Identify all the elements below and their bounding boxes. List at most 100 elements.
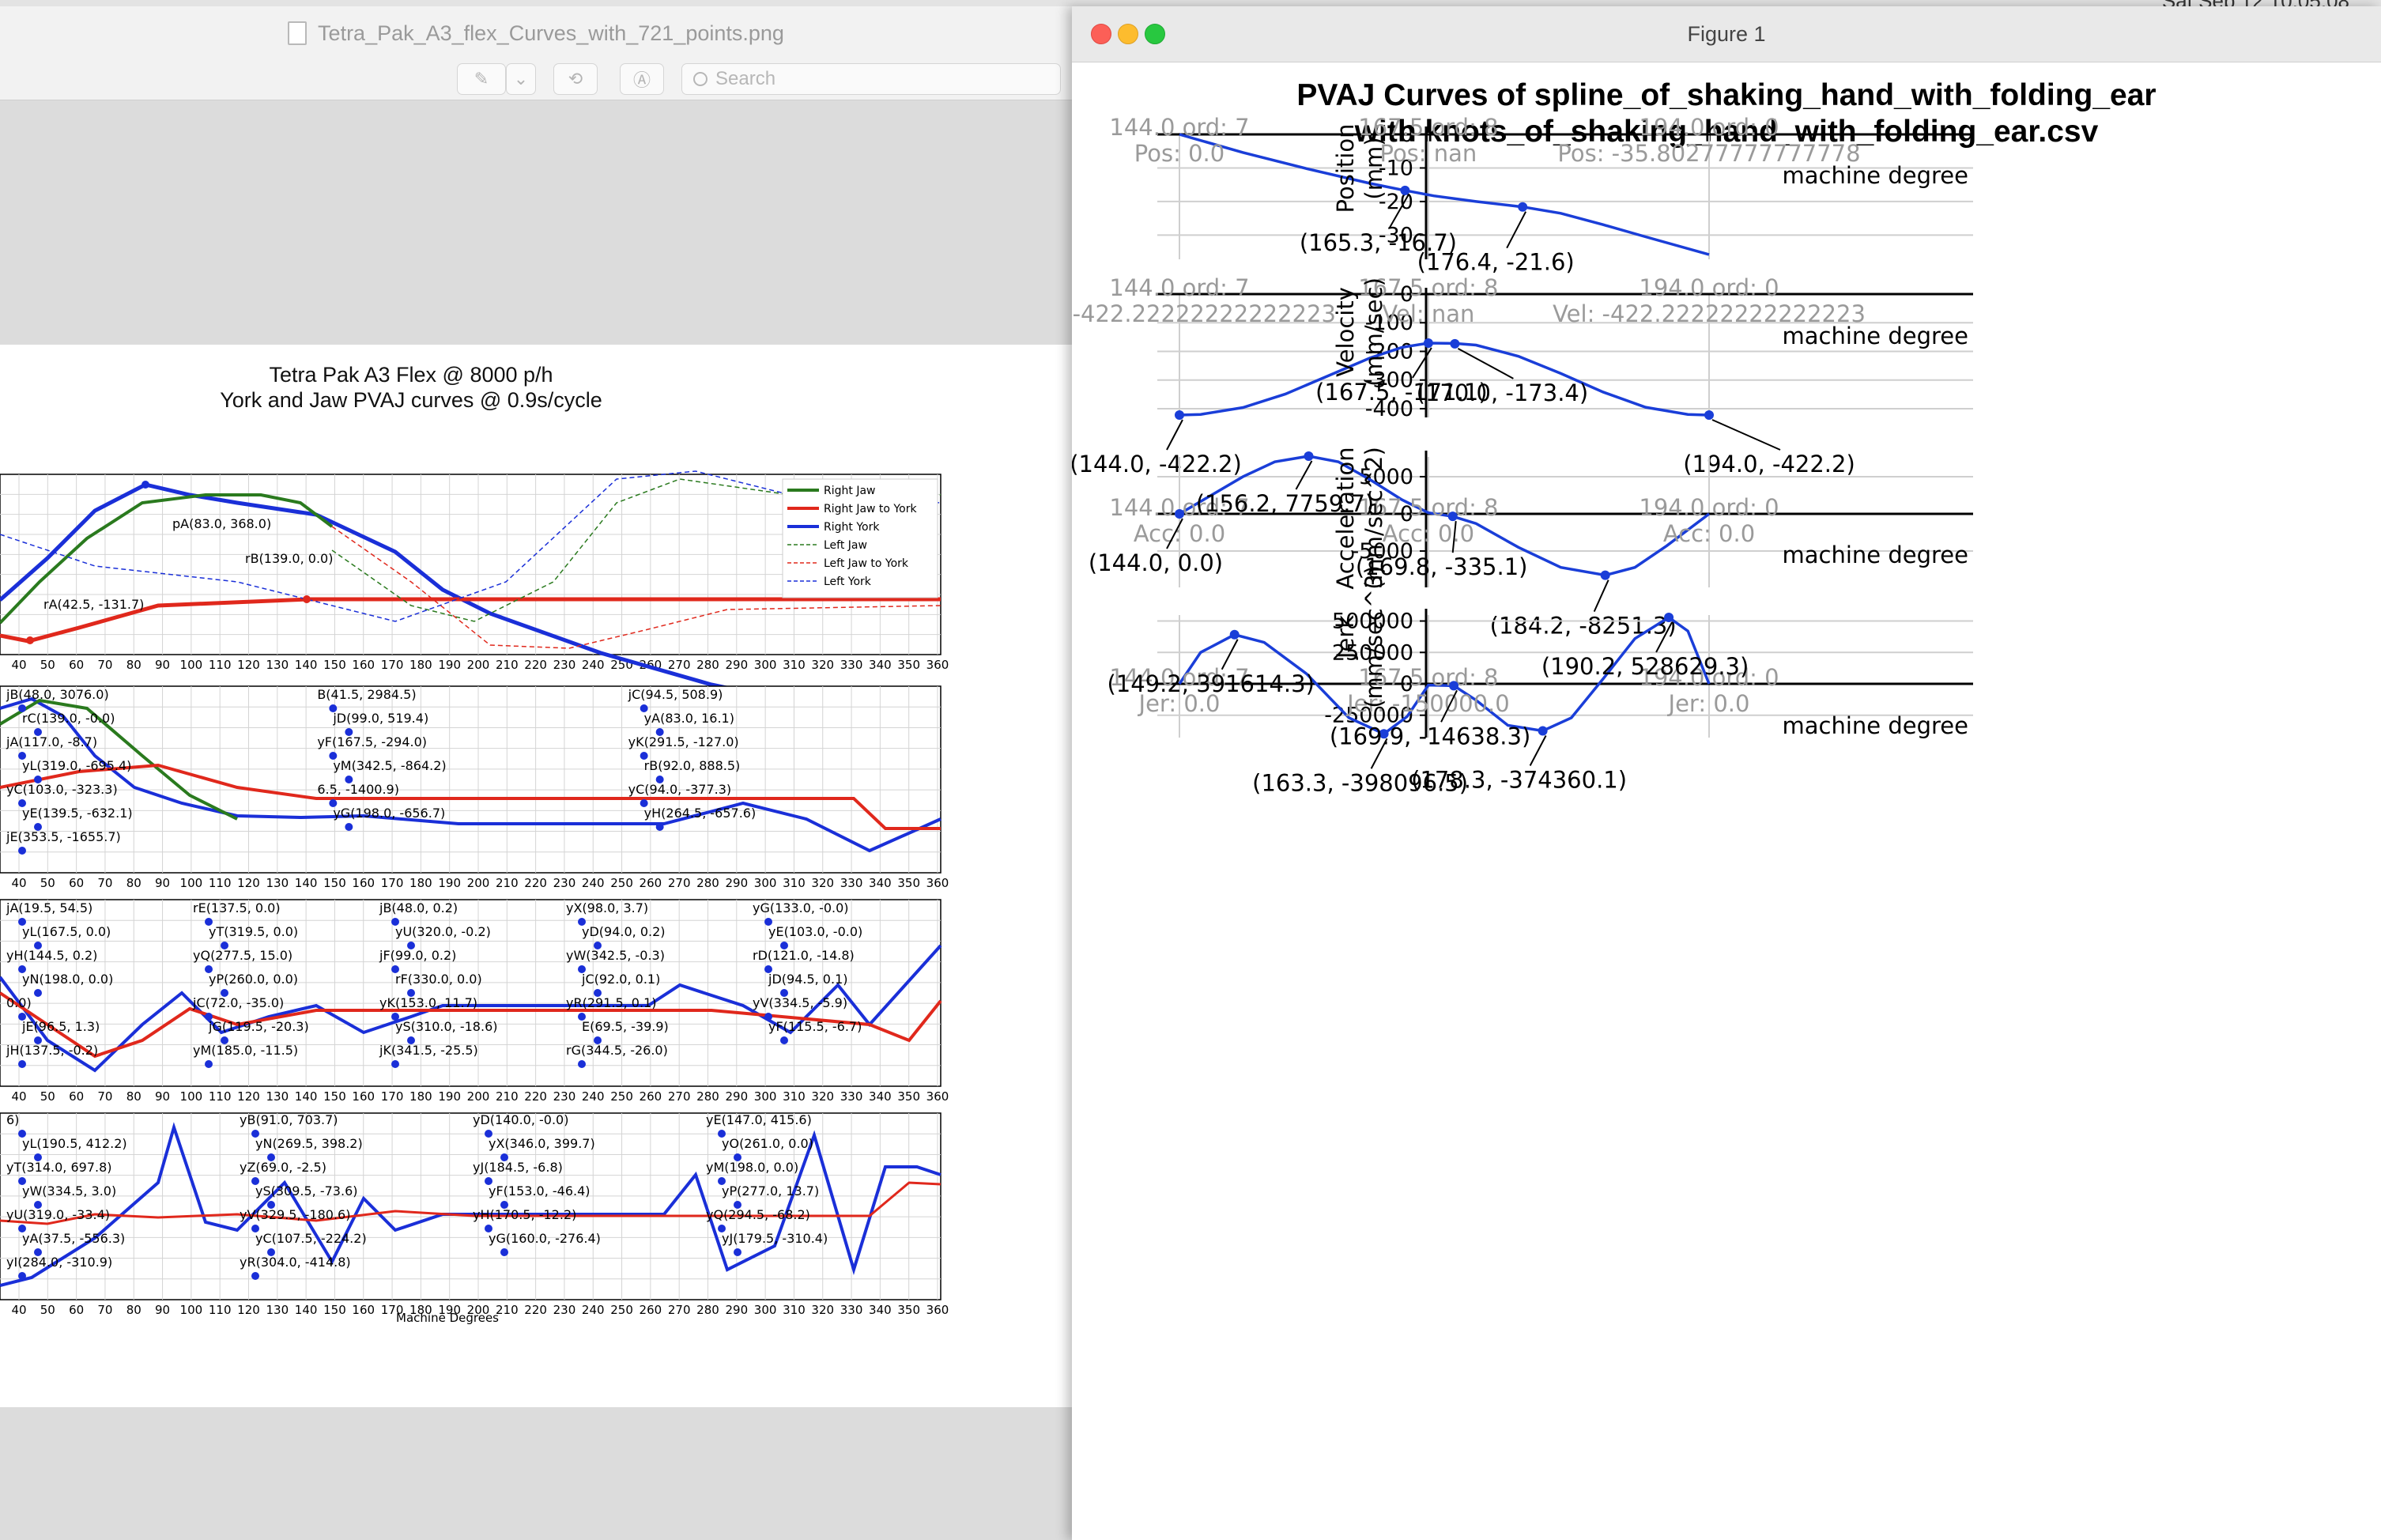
- image-panel-xtick: 330: [840, 1303, 863, 1317]
- image-point-label: yR(291.5, 0.1): [566, 995, 657, 1010]
- velocity-annotation-point: [1423, 338, 1433, 348]
- image-panel-xtick: 350: [897, 658, 920, 672]
- image-point-label: jD(94.5, 0.1): [768, 972, 848, 987]
- image-point-marker: [303, 595, 311, 603]
- position-knot-value-label: Pos: 0.0: [1134, 140, 1224, 167]
- search-field[interactable]: Search: [681, 63, 1061, 95]
- jerk-subplot: 5000002500000-250000144.0 ord: 7Jer: 0.0…: [1107, 565, 1973, 796]
- image-panel-xtick: 330: [840, 876, 863, 890]
- image-panel-xtick: 140: [295, 1303, 318, 1317]
- jerk-annotation-point: [1229, 629, 1240, 640]
- image-panel-xtick: 300: [754, 876, 777, 890]
- image-panel-xtick: 230: [553, 1089, 576, 1104]
- image-point-label: yJ(184.5, -6.8): [473, 1160, 563, 1175]
- image-legend-label: Right Jaw: [824, 485, 875, 497]
- velocity-ylabel-line2: (mm/sec): [1360, 277, 1387, 387]
- image-panel-xtick: 100: [180, 1089, 203, 1104]
- rotate-icon: ⟲: [568, 69, 583, 89]
- position-ylabel-line1: Position: [1332, 124, 1359, 213]
- image-panel-xtick: 360: [926, 1303, 949, 1317]
- image-legend-label: Left York: [824, 576, 872, 588]
- velocity-ylabel-line1: Velocity: [1332, 287, 1359, 377]
- image-panel-xtick: 90: [155, 658, 170, 672]
- acceleration-annotation-label: (156.2, 7759.7): [1196, 490, 1375, 517]
- rotate-button[interactable]: ⟲: [553, 63, 598, 95]
- position-ylabel-line2: (mm): [1360, 137, 1387, 199]
- search-icon: [693, 72, 708, 86]
- image-panel-xtick: 60: [69, 1089, 84, 1104]
- image-point-label: yQ(294.5, -68.2): [706, 1207, 810, 1222]
- image-point-marker: [18, 1272, 26, 1280]
- image-panel-xtick: 120: [237, 1089, 260, 1104]
- jerk-xlabel: machine degree: [1783, 712, 1968, 739]
- image-panel-2: 40 50 60 70 80 90 100 110 120 130 140 150 160 170 180 1…: [0, 685, 949, 890]
- jerk-ylabel-line2: (mm/sec^3): [1360, 565, 1387, 708]
- image-panel-xtick: 290: [725, 1089, 748, 1104]
- image-panel-xtick: 350: [897, 1303, 920, 1317]
- position-annotation-label: (176.4, -21.6): [1417, 249, 1575, 276]
- jerk-annotation-label: (178.3, -374360.1): [1411, 766, 1627, 793]
- image-point-marker: [34, 989, 42, 997]
- pvaj-chart: 0-10-20-30144.0 ord: 7Pos: 0.0167.5 ord:…: [1072, 114, 1973, 796]
- markup-toolbar-button[interactable]: Ⓐ: [620, 63, 664, 95]
- image-point-label: jE(353.5, -1655.7): [6, 829, 121, 844]
- image-panel-xtick: 40: [11, 1303, 26, 1317]
- jerk-annotation-arrow: [1529, 735, 1547, 766]
- image-panel-xtick: 310: [783, 876, 806, 890]
- image-panel-xtick: 150: [323, 876, 346, 890]
- image-point-label: jC(72.0, -35.0): [192, 995, 284, 1010]
- image-point-label: B(41.5, 2984.5): [317, 687, 416, 702]
- image-panel-xtick: 120: [237, 1303, 260, 1317]
- image-point-label: yD(94.0, 0.2): [582, 924, 666, 939]
- image-legend-label: Left Jaw: [824, 539, 867, 552]
- image-panel-xtick: 80: [126, 876, 142, 890]
- image-point-label: rE(137.5, 0.0): [193, 900, 281, 915]
- image-point-label: yV(334.5, -5.9): [753, 995, 847, 1010]
- image-panel-xtick: 310: [783, 658, 806, 672]
- image-point-label: jA(117.0, -8.7): [6, 734, 97, 749]
- image-point-marker: [345, 823, 353, 831]
- image-point-label: yT(319.5, 0.0): [209, 924, 298, 939]
- image-panel-xtick: 150: [323, 1089, 346, 1104]
- velocity-annotation-point: [1175, 410, 1184, 420]
- velocity-annotation-arrow: [1166, 419, 1183, 451]
- position-annotation-point: [1518, 202, 1528, 212]
- search-placeholder: Search: [715, 68, 776, 89]
- image-panel-xtick: 90: [155, 1303, 170, 1317]
- image-panel-xtick: 160: [352, 876, 375, 890]
- markup-dropdown-button[interactable]: ⌄: [506, 63, 536, 95]
- image-panel-xtick: 260: [640, 876, 662, 890]
- acceleration-knot-value-label: Acc: 0.0: [1383, 520, 1474, 547]
- image-panel-xtick: 280: [696, 658, 719, 672]
- image-point-label: yL(319.0, -695.4): [22, 758, 131, 773]
- image-panel-xtick: 80: [126, 1303, 142, 1317]
- image-panel-xtick: 160: [352, 1089, 375, 1104]
- image-point-label: rB(92.0, 888.5): [644, 758, 741, 773]
- image-point-label: yX(98.0, 3.7): [566, 900, 648, 915]
- jerk-annotation-label: (149.2, 391614.3): [1107, 670, 1314, 697]
- image-panel-xtick: 240: [582, 658, 605, 672]
- image-panel-xtick: 60: [69, 876, 84, 890]
- image-panel-xtick: 220: [524, 658, 547, 672]
- image-point-label: yL(167.5, 0.0): [22, 924, 111, 939]
- image-point-label: yE(147.0, 415.6): [706, 1112, 812, 1127]
- image-point-label: yW(342.5, -0.3): [566, 948, 665, 963]
- image-panel-xtick: 70: [97, 658, 112, 672]
- image-panel-xtick: 200: [467, 658, 490, 672]
- image-point-label: jH(137.5, -0.2): [6, 1043, 98, 1058]
- image-point-label: yP(277.0, 13.7): [722, 1183, 819, 1198]
- acceleration-knot-value-label: Acc: 0.0: [1663, 520, 1755, 547]
- acceleration-annotation-arrow: [1295, 460, 1313, 490]
- image-point-label: rA(42.5, -131.7): [43, 597, 144, 612]
- image-point-marker: [26, 636, 34, 644]
- jerk-annotation-point: [1538, 726, 1548, 736]
- image-panel-xtick: 340: [869, 1303, 892, 1317]
- markup-pen-button[interactable]: ✎: [457, 63, 506, 95]
- image-point-label: jD(99.0, 519.4): [332, 711, 428, 726]
- preview-titlebar[interactable]: Tetra_Pak_A3_flex_Curves_with_721_points…: [0, 6, 1072, 60]
- markup-icon: Ⓐ: [632, 70, 651, 90]
- image-panel-xtick: 320: [811, 1089, 834, 1104]
- image-panel-xtick: 190: [438, 876, 461, 890]
- image-point-label: E(69.5, -39.9): [582, 1019, 669, 1034]
- image-panel-xtick: 150: [323, 1303, 346, 1317]
